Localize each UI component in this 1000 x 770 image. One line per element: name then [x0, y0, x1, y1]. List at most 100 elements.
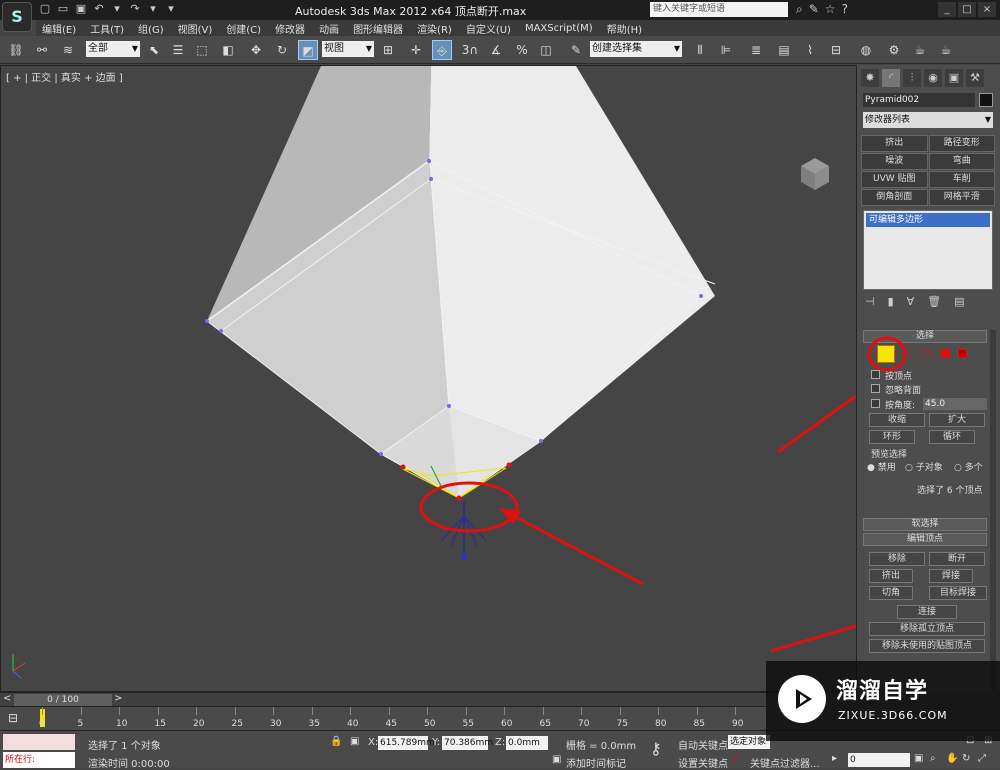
- auto-key-button[interactable]: 自动关键点: [678, 737, 728, 752]
- edit-vertices-rollout[interactable]: 编辑顶点: [863, 533, 987, 546]
- preview-multi-radio[interactable]: ○ 多个: [954, 460, 983, 473]
- display-tab-icon[interactable]: ▣: [945, 69, 963, 87]
- open-file-icon[interactable]: ▭: [56, 2, 70, 16]
- preview-subobject-radio[interactable]: ○ 子对象: [905, 460, 943, 473]
- layer-manager-icon[interactable]: ≣: [746, 40, 766, 60]
- search-input[interactable]: 键入关键字或短语: [650, 2, 788, 17]
- undo-dropdown-icon[interactable]: ▾: [110, 2, 124, 16]
- ring-button[interactable]: 环形: [869, 430, 915, 444]
- chamfer-button[interactable]: 切角: [869, 586, 913, 600]
- maximize-viewport-icon[interactable]: ⤢: [978, 753, 986, 764]
- remove-modifier-icon[interactable]: 🗑: [927, 295, 941, 308]
- viewcube-icon[interactable]: [798, 156, 832, 192]
- menu-rendering[interactable]: 渲染(R): [417, 21, 452, 36]
- time-tag-icon[interactable]: ▣: [552, 754, 561, 765]
- window-crossing-icon[interactable]: ◧: [218, 40, 238, 60]
- select-by-name-icon[interactable]: ☰: [168, 40, 188, 60]
- make-unique-icon[interactable]: ∀: [907, 295, 915, 308]
- schematic-view-icon[interactable]: ⊟: [826, 40, 846, 60]
- y-coordinate-field[interactable]: 70.386mm: [442, 736, 493, 750]
- binoculars-icon[interactable]: ⌕: [796, 2, 803, 17]
- edit-named-selection-icon[interactable]: ✎: [566, 40, 586, 60]
- lathe-modifier-button[interactable]: 车削: [928, 171, 995, 188]
- menu-animation[interactable]: 动画: [319, 21, 339, 36]
- command-panel-scrollbar[interactable]: [990, 330, 996, 690]
- extrude-button[interactable]: 挤出: [869, 569, 913, 583]
- maximize-button[interactable]: □: [958, 2, 976, 17]
- bevel-profile-modifier-button[interactable]: 倒角剖面: [861, 189, 928, 206]
- break-button[interactable]: 断开: [929, 552, 985, 566]
- rendered-frame-icon[interactable]: ☕: [910, 40, 930, 60]
- app-logo-icon[interactable]: S: [2, 2, 32, 32]
- stack-item-editable-poly[interactable]: 可编辑多边形: [866, 213, 990, 227]
- border-subobject-icon[interactable]: ◯: [921, 348, 932, 359]
- configure-sets-icon[interactable]: ▤: [954, 295, 964, 308]
- qat-customize-icon[interactable]: ▾: [164, 2, 178, 16]
- named-selection-dropdown[interactable]: 创建选择集: [590, 41, 682, 57]
- modify-tab-icon[interactable]: ◜: [882, 69, 900, 87]
- time-config-icon[interactable]: ▣: [914, 753, 923, 764]
- maxscript-listener[interactable]: [3, 734, 75, 750]
- perspective-viewport[interactable]: [ + | 正交 | 真实 + 边面 ]: [0, 65, 857, 692]
- star-icon[interactable]: ☆: [825, 2, 836, 17]
- undo-icon[interactable]: ↶: [92, 2, 106, 16]
- create-tab-icon[interactable]: ✸: [861, 69, 879, 87]
- key-curve-icon[interactable]: √: [732, 753, 738, 764]
- soft-selection-rollout[interactable]: 软选择: [863, 518, 987, 531]
- unlink-icon[interactable]: ⚯: [32, 40, 52, 60]
- bend-modifier-button[interactable]: 弯曲: [928, 153, 995, 170]
- save-icon[interactable]: ▣: [74, 2, 88, 16]
- tools-icon[interactable]: ✎: [809, 2, 819, 17]
- redo-dropdown-icon[interactable]: ▾: [146, 2, 160, 16]
- redo-icon[interactable]: ↷: [128, 2, 142, 16]
- keyboard-shortcut-icon[interactable]: ⎆: [432, 40, 452, 60]
- shrink-button[interactable]: 收缩: [869, 413, 925, 427]
- remove-button[interactable]: 移除: [869, 552, 925, 566]
- new-file-icon[interactable]: ▢: [38, 2, 52, 16]
- menu-maxscript[interactable]: MAXScript(M): [525, 23, 593, 34]
- time-slider[interactable]: 0 / 100: [14, 694, 112, 706]
- show-end-result-icon[interactable]: ▮: [888, 295, 894, 308]
- curve-editor-icon[interactable]: ⌇: [800, 40, 820, 60]
- mirror-icon[interactable]: ⫴: [690, 40, 710, 60]
- orbit-icon[interactable]: ↻: [962, 753, 970, 764]
- scale-icon[interactable]: ◩: [298, 40, 318, 60]
- rect-selection-icon[interactable]: ⬚: [192, 40, 212, 60]
- noise-modifier-button[interactable]: 噪波: [861, 153, 928, 170]
- element-subobject-icon[interactable]: [958, 349, 967, 358]
- auto-key-selection-dropdown[interactable]: 选定对象: [728, 735, 770, 749]
- menu-graph-editors[interactable]: 图形编辑器: [353, 21, 403, 36]
- remove-isolated-vertices-button[interactable]: 移除孤立顶点: [869, 622, 985, 636]
- time-slider-next-icon[interactable]: >: [114, 693, 122, 704]
- zoom-icon[interactable]: ⌕: [930, 753, 936, 764]
- menu-group[interactable]: 组(G): [138, 21, 164, 36]
- current-frame-field[interactable]: 0: [848, 753, 910, 767]
- menu-modifiers[interactable]: 修改器: [275, 21, 305, 36]
- percent-snap-icon[interactable]: %: [512, 40, 532, 60]
- hierarchy-tab-icon[interactable]: ⫶: [903, 69, 921, 87]
- rotate-icon[interactable]: ↻: [272, 40, 292, 60]
- target-weld-button[interactable]: 目标焊接: [929, 586, 987, 600]
- manipulate-icon[interactable]: ✛: [406, 40, 426, 60]
- modifier-list-dropdown[interactable]: 修改器列表: [863, 112, 993, 128]
- menu-views[interactable]: 视图(V): [178, 21, 213, 36]
- menu-customize[interactable]: 自定义(U): [466, 21, 511, 36]
- spinner-snap-icon[interactable]: ◫: [536, 40, 556, 60]
- pin-stack-icon[interactable]: ⊣: [865, 295, 875, 308]
- object-color-swatch[interactable]: [979, 93, 993, 107]
- time-slider-prev-icon[interactable]: <: [3, 693, 11, 704]
- angle-snap-icon[interactable]: ∡: [486, 40, 506, 60]
- menu-edit[interactable]: 编辑(E): [42, 21, 76, 36]
- z-coordinate-field[interactable]: 0.0mm: [506, 736, 548, 750]
- by-angle-checkbox[interactable]: [871, 399, 880, 408]
- by-vertex-checkbox[interactable]: [871, 370, 880, 379]
- minimize-button[interactable]: _: [938, 2, 956, 17]
- ignore-backfacing-checkbox[interactable]: [871, 384, 880, 393]
- preview-disabled-radio[interactable]: ● 禁用: [867, 460, 896, 473]
- angle-input[interactable]: 45.0: [923, 398, 987, 410]
- move-icon[interactable]: ✥: [246, 40, 266, 60]
- menu-create[interactable]: 创建(C): [226, 21, 261, 36]
- select-object-icon[interactable]: ⬉: [144, 40, 164, 60]
- link-icon[interactable]: ⛓: [6, 40, 26, 60]
- lock-selection-icon[interactable]: 🔒: [330, 736, 342, 747]
